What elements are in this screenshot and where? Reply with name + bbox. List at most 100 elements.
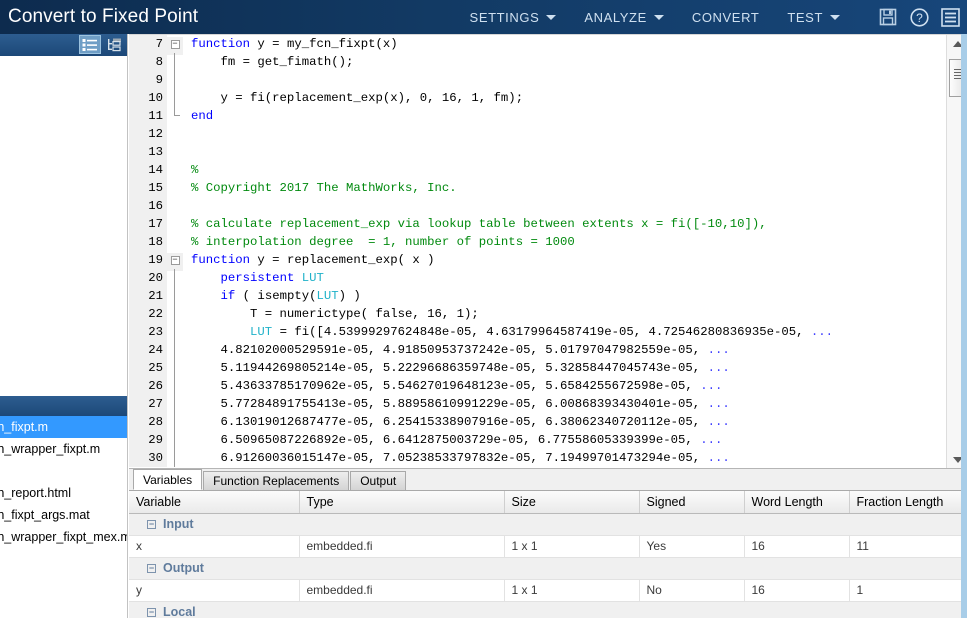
tab-function-replacements[interactable]: Function Replacements — [203, 471, 350, 490]
fold-guide-line — [174, 305, 175, 323]
code-token: % — [191, 163, 199, 177]
variable-size-cell[interactable]: 1 x 1 — [504, 579, 640, 602]
variable-type-cell[interactable]: embedded.fi — [299, 579, 505, 602]
tab-variables[interactable]: Variables — [133, 469, 203, 490]
variable-word-length-cell[interactable]: 16 — [744, 579, 850, 602]
code-text: function y = replacement_exp( x ) — [183, 251, 435, 269]
code-navigation-panel: Code — [0, 34, 128, 618]
code-text: if ( isempty(LUT) ) — [183, 287, 361, 305]
variable-name-cell[interactable]: x — [129, 535, 300, 558]
code-line: 9 — [129, 71, 946, 89]
code-line: 20 persistent LUT — [129, 269, 946, 287]
code-token: ... — [707, 343, 730, 357]
column-header-fraction-length[interactable]: Fraction Length — [849, 491, 962, 514]
group-label: − Local — [129, 601, 961, 618]
save-icon[interactable] — [875, 4, 901, 30]
code-token: function — [191, 253, 251, 267]
code-line: 18 % interpolation degree = 1, number of … — [129, 233, 946, 251]
table-row[interactable]: x embedded.fi 1 x 1 Yes 16 11 — [129, 535, 962, 558]
line-number: 9 — [129, 71, 167, 89]
code-line: 24 4.82102000529591e-05, 4.9185095373724… — [129, 341, 946, 359]
group-collapse-icon[interactable]: − — [147, 608, 156, 618]
help-icon[interactable]: ? — [906, 4, 932, 30]
fixed-point-converter-window: Convert to Fixed Point SETTINGS ANALYZE … — [0, 0, 967, 618]
code-line: 27 5.77284891755413e-05, 5.8895861099122… — [129, 395, 946, 413]
code-text: 6.13019012687477e-05, 6.25415338907916e-… — [183, 413, 730, 431]
menu-analyze-label: ANALYZE — [584, 9, 647, 25]
variable-signed-cell[interactable]: Yes — [639, 535, 745, 558]
menu-analyze[interactable]: ANALYZE — [570, 0, 677, 34]
variable-name-cell[interactable]: y — [129, 579, 300, 602]
line-number: 13 — [129, 143, 167, 161]
code-token: = fi([4.53999297624848e-05, 4.6317996458… — [272, 325, 811, 339]
variables-table-body: − Input x embedded.fi 1 x 1 Yes 16 11− Output y em… — [129, 513, 962, 618]
code-token: y = replacement_exp( x ) — [250, 253, 435, 267]
fold-guide-line — [174, 395, 175, 413]
code-text: % Copyright 2017 The MathWorks, Inc. — [183, 179, 457, 197]
code-line: 14% — [129, 161, 946, 179]
column-header-variable[interactable]: Variable — [129, 491, 300, 514]
code-token: ... — [700, 433, 723, 447]
line-number: 26 — [129, 377, 167, 395]
code-panel-body — [0, 56, 127, 396]
code-line: 7− function y = my_fcn_fixpt(x) — [129, 35, 946, 55]
menu-convert[interactable]: CONVERT — [678, 0, 774, 34]
fold-guide-line — [174, 377, 175, 395]
column-header-word-length[interactable]: Word Length — [744, 491, 850, 514]
table-group-row[interactable]: − Local — [129, 601, 961, 618]
file-list-item[interactable]: my_fcn_report.html — [0, 482, 127, 504]
variable-fraction-length-cell[interactable]: 11 — [849, 535, 962, 558]
code-text: fm = get_fimath(); — [183, 53, 354, 71]
code-text: LUT = fi([4.53999297624848e-05, 4.631799… — [183, 323, 833, 341]
code-line: 29 6.50965087226892e-05, 6.6412875003729… — [129, 431, 946, 449]
tree-view-icon[interactable] — [104, 35, 126, 54]
menu-icon[interactable] — [937, 4, 963, 30]
list-view-icon[interactable] — [79, 35, 101, 54]
file-list-item[interactable]: html — [0, 460, 127, 482]
code-line: 26 5.43633785170962e-05, 5.5462701964812… — [129, 377, 946, 395]
column-header-signed[interactable]: Signed — [639, 491, 745, 514]
code-token: ... — [707, 415, 730, 429]
code-editor[interactable]: 7− function y = my_fcn_fixpt(x) 8 fm = get… — [129, 35, 946, 468]
variables-table: Variable Type Size Signed Word Length Fr… — [129, 491, 962, 618]
code-text: function y = my_fcn_fixpt(x) — [183, 35, 398, 53]
variable-signed-cell[interactable]: No — [639, 579, 745, 602]
variable-fraction-length-cell[interactable]: 1 — [849, 579, 962, 602]
code-text: 6.50965087226892e-05, 6.6412875003729e-0… — [183, 431, 723, 449]
file-list-item[interactable]: my_fcn_wrapper_fixpt.m — [0, 438, 127, 460]
variable-type-cell[interactable]: embedded.fi — [299, 535, 505, 558]
menu-settings-label: SETTINGS — [469, 9, 540, 25]
code-text: 6.91260036015147e-05, 7.05238533797832e-… — [183, 449, 730, 467]
line-number: 21 — [129, 287, 167, 305]
column-header-type[interactable]: Type — [299, 491, 505, 514]
line-number: 19 — [129, 251, 167, 269]
menu-settings[interactable]: SETTINGS — [456, 0, 571, 34]
chevron-down-icon — [653, 14, 664, 20]
table-group-row[interactable]: − Output — [129, 557, 961, 580]
variable-size-cell[interactable]: 1 x 1 — [504, 535, 640, 558]
group-collapse-icon[interactable]: − — [147, 564, 156, 574]
file-list-item[interactable]: my_fcn_wrapper_fixpt_mex.mexw64 — [0, 526, 127, 548]
line-number: 17 — [129, 215, 167, 233]
line-number: 23 — [129, 323, 167, 341]
file-list-item[interactable]: my_fcn_fixpt.m — [0, 416, 127, 438]
toolbar-menu: SETTINGS ANALYZE CONVERT TEST ? — [456, 0, 967, 34]
column-header-size[interactable]: Size — [504, 491, 640, 514]
file-list-item[interactable]: my_fcn_fixpt_args.mat — [0, 504, 127, 526]
menu-test[interactable]: TEST — [773, 0, 854, 34]
code-text: 5.43633785170962e-05, 5.54627019648123e-… — [183, 377, 723, 395]
code-text: persistent LUT — [183, 269, 324, 287]
table-group-row[interactable]: − Input — [129, 513, 961, 536]
group-collapse-icon[interactable]: − — [147, 520, 156, 530]
table-row[interactable]: y embedded.fi 1 x 1 No 16 1 — [129, 579, 962, 602]
variable-word-length-cell[interactable]: 16 — [744, 535, 850, 558]
tab-output[interactable]: Output — [350, 471, 407, 490]
files-section-header: Files — [0, 396, 127, 416]
window-right-edge — [961, 34, 967, 618]
code-text: end — [183, 107, 213, 125]
table-header-row: Variable Type Size Signed Word Length Fr… — [129, 491, 962, 514]
code-text: 5.77284891755413e-05, 5.88958610991229e-… — [183, 395, 730, 413]
code-panel-header: Code — [0, 34, 127, 56]
